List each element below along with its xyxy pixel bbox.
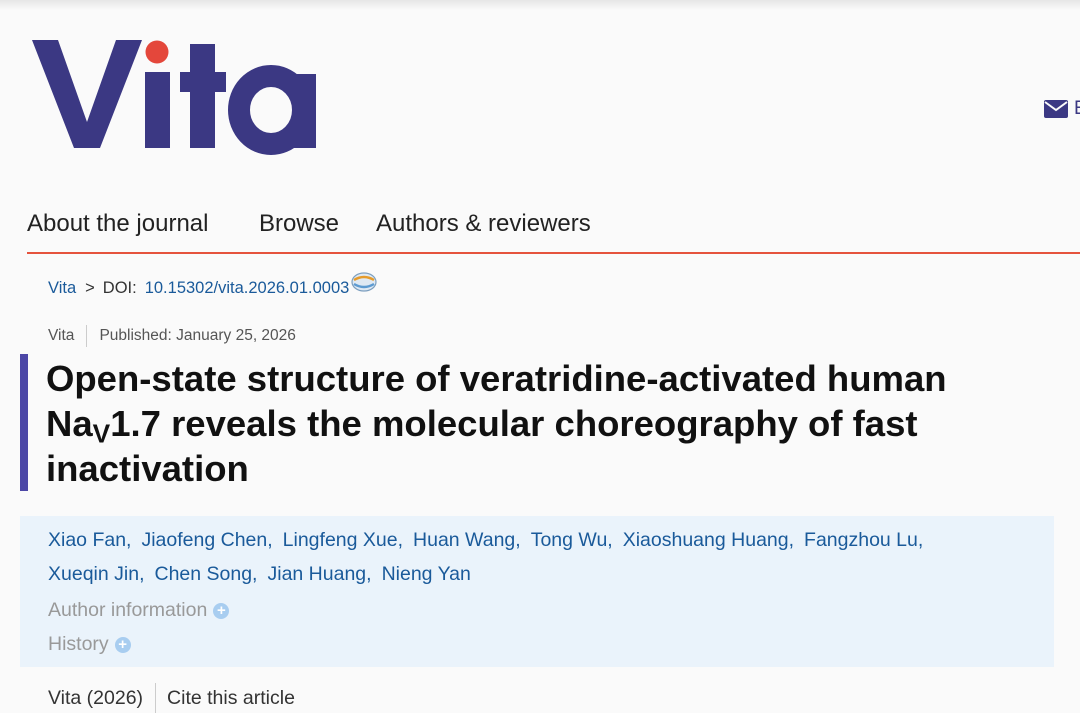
author-link[interactable]: Tong Wu, xyxy=(531,529,613,551)
author-link[interactable]: Chen Song, xyxy=(154,563,257,585)
author-link[interactable]: Xiao Fan, xyxy=(48,529,131,551)
doi-link[interactable]: 10.15302/vita.2026.01.0003 xyxy=(145,279,350,298)
title-part-2: 1.7 reveals the molecular choreography o… xyxy=(46,403,918,489)
author-information-toggle[interactable]: Author information + xyxy=(48,599,230,622)
article-meta: Vita Published: January 25, 2026 xyxy=(48,325,296,347)
author-line-1: Xiao Fan, Jiaofeng Chen, Lingfeng Xue, Huan… xyxy=(48,529,933,552)
author-line-2: Xueqin Jin, Chen Song, Jian Huang, Nieng Ya… xyxy=(48,563,481,586)
meta-divider xyxy=(86,325,88,347)
cite-article-link[interactable]: Cite this article xyxy=(167,687,295,710)
author-information-label: Author information xyxy=(48,599,208,621)
citation-text: Vita (2026) xyxy=(48,686,144,709)
author-link[interactable]: Lingfeng Xue, xyxy=(283,529,403,551)
doi-label: DOI: xyxy=(102,279,137,297)
crossref-icon[interactable] xyxy=(350,271,378,293)
breadcrumb-separator: > xyxy=(85,279,95,297)
history-toggle[interactable]: History + xyxy=(48,633,131,656)
nav-about-journal[interactable]: About the journal xyxy=(27,210,208,238)
citation-row: Vita (2026) Cite this article xyxy=(48,683,295,713)
author-link[interactable]: Huan Wang, xyxy=(413,529,521,551)
published-date: Published: January 25, 2026 xyxy=(99,327,296,344)
breadcrumb-journal-link[interactable]: Vita xyxy=(48,279,76,298)
history-label: History xyxy=(48,633,109,655)
authors-panel: Xiao Fan, Jiaofeng Chen, Lingfeng Xue, Huan… xyxy=(20,516,1054,667)
author-link[interactable]: Fangzhou Lu, xyxy=(804,529,923,551)
citation-divider xyxy=(155,683,157,713)
main-nav: About the journal Browse Authors & revie… xyxy=(27,208,1080,254)
breadcrumb: Vita > DOI: 10.15302/vita.2026.01.0003 xyxy=(48,271,378,298)
title-accent-bar xyxy=(20,354,28,491)
author-link[interactable]: Jian Huang, xyxy=(267,563,371,585)
email-link[interactable]: E xyxy=(1044,98,1080,120)
author-link[interactable]: Xueqin Jin, xyxy=(48,563,144,585)
plus-circle-icon: + xyxy=(213,602,230,619)
article-title: Open-state structure of veratridine-acti… xyxy=(46,356,1046,491)
vita-logo[interactable] xyxy=(32,30,322,160)
top-shadow-bar xyxy=(0,0,1080,10)
nav-authors-reviewers[interactable]: Authors & reviewers xyxy=(376,210,591,238)
nav-browse[interactable]: Browse xyxy=(259,210,339,238)
plus-circle-icon: + xyxy=(114,636,131,653)
author-link[interactable]: Nieng Yan xyxy=(382,563,471,585)
author-link[interactable]: Xiaoshuang Huang, xyxy=(623,529,794,551)
author-link[interactable]: Jiaofeng Chen, xyxy=(141,529,272,551)
email-label: E xyxy=(1074,98,1080,120)
envelope-icon xyxy=(1044,100,1068,118)
meta-journal: Vita xyxy=(48,327,75,344)
title-subscript: V xyxy=(92,418,111,449)
